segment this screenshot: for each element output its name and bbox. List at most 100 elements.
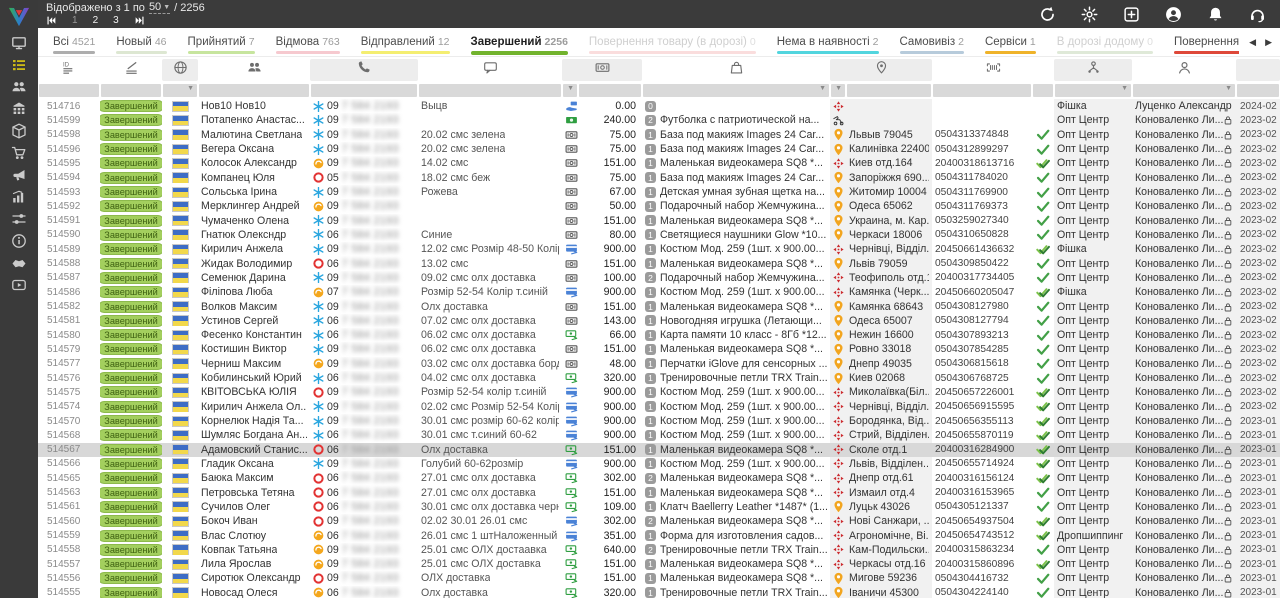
column-header-status[interactable] (100, 59, 162, 81)
table-row[interactable]: 514596ЗавершенийВегера Оксана097 584 219… (38, 142, 1280, 156)
filter-check[interactable] (1033, 84, 1053, 97)
table-row[interactable]: 514591ЗавершенийЧумаченко Олена097 584 2… (38, 214, 1280, 228)
filter-source[interactable]: ▼ (1055, 84, 1131, 97)
table-row[interactable]: 514561ЗавершенийСучилов Олег067 584 2193… (38, 500, 1280, 514)
filter-comment[interactable] (419, 84, 561, 97)
tab-8[interactable]: Нема в наявності2 (770, 36, 886, 54)
table-row[interactable]: 514565ЗавершенийБаюка Максим067 584 2193… (38, 471, 1280, 485)
filter-location[interactable] (847, 84, 931, 97)
table-row[interactable]: 514570ЗавершенийКорнелюк Надія Та...097 … (38, 414, 1280, 428)
table-row[interactable]: 514579ЗавершенийКостишин Виктор097 584 2… (38, 342, 1280, 356)
table-row[interactable]: 514581ЗавершенийУстинов Сергей067 584 21… (38, 314, 1280, 328)
sidebar-item-customers[interactable] (0, 78, 38, 100)
table-row[interactable]: 514586ЗавершенийФіліпова Люба077 584 219… (38, 285, 1280, 299)
table-row[interactable]: 514598ЗавершенийМалютина Светлана097 584… (38, 128, 1280, 142)
column-header-manager[interactable] (1132, 59, 1236, 81)
tab-9[interactable]: Самовивіз2 (893, 36, 971, 54)
column-header-source[interactable] (1054, 59, 1132, 81)
app-logo[interactable] (0, 0, 38, 34)
tab-3[interactable]: Прийнятий7 (181, 36, 262, 54)
table-row[interactable]: 514559ЗавершенийВлас Слотюу067 584 21932… (38, 528, 1280, 542)
filter-manager[interactable]: ▼ (1133, 84, 1235, 97)
filter-tracking[interactable] (933, 84, 1031, 97)
tab-7[interactable]: Повернення товару (в дорозі)0 (582, 36, 763, 54)
table-row[interactable]: 514588ЗавершенийЖидак Володимир067 584 2… (38, 256, 1280, 270)
page-button-1[interactable]: 1 (72, 15, 78, 26)
profile-icon[interactable] (1165, 6, 1182, 23)
table-row[interactable]: 514580ЗавершенийФесенко Константин067 58… (38, 328, 1280, 342)
sidebar-item-tutorials[interactable] (0, 276, 38, 298)
table-row[interactable]: 514577ЗавершенийЧерниш Максим097 584 219… (38, 357, 1280, 371)
table-row[interactable]: 514582ЗавершенийВолков Максим097 584 219… (38, 299, 1280, 313)
table-row[interactable]: 514575ЗавершенийКВІТОВСЬКА ЮЛІЯ097 584 2… (38, 385, 1280, 399)
tab-5[interactable]: Відправлений12 (354, 36, 457, 54)
tab-1[interactable]: Всі4521 (46, 36, 102, 54)
filter-product[interactable]: ▼ (643, 84, 829, 97)
table-row[interactable]: 514592ЗавершенийМерклингер Андрей097 584… (38, 199, 1280, 213)
column-header-id[interactable]: ID (38, 59, 100, 81)
page-button-3[interactable]: 3 (113, 15, 119, 26)
table-row[interactable]: 514576ЗавершенийКобилинський Юрий067 584… (38, 371, 1280, 385)
table-row[interactable]: 514557ЗавершенийЛила Ярослав097 584 2193… (38, 557, 1280, 571)
filter-amount[interactable] (579, 84, 641, 97)
tab-10[interactable]: Сервіси1 (978, 36, 1043, 54)
column-header-product[interactable] (642, 59, 830, 81)
tab-6[interactable]: Завершений2256 (464, 36, 575, 55)
tab-2[interactable]: Новый46 (109, 36, 173, 54)
add-icon[interactable] (1123, 6, 1140, 23)
filter-name[interactable] (199, 84, 309, 97)
sidebar-item-products[interactable] (0, 122, 38, 144)
table-row[interactable]: 514595ЗавершенийКолосок Александр097 584… (38, 156, 1280, 170)
tab-scroll-right-icon[interactable]: ▶ (1265, 38, 1272, 47)
tab-11[interactable]: В дорозі додому0 (1050, 36, 1160, 54)
table-row[interactable]: 514594ЗавершенийКомпанец Юля057 584 2193… (38, 171, 1280, 185)
sidebar-item-orders[interactable] (0, 56, 38, 78)
table-row[interactable]: 514556ЗавершенийСиротюк Олександр097 584… (38, 571, 1280, 585)
last-page-icon[interactable] (134, 15, 145, 26)
refresh-icon[interactable] (1039, 6, 1056, 23)
column-header-tracking[interactable] (932, 59, 1054, 81)
table-row[interactable]: 514589ЗавершенийКирилич Анжела097 584 21… (38, 242, 1280, 256)
column-header-comment[interactable] (418, 59, 562, 81)
page-size-dropdown[interactable]: 50▼ (149, 1, 170, 14)
filter-location-icon[interactable]: ▼ (831, 84, 845, 97)
table-row[interactable]: 514566ЗавершенийГладик Оксана097 584 219… (38, 457, 1280, 471)
filter-flag[interactable]: ▼ (163, 84, 197, 97)
sidebar-item-info[interactable] (0, 232, 38, 254)
column-header-location[interactable] (830, 59, 932, 81)
column-header-phone[interactable] (310, 59, 418, 81)
table-row[interactable]: 514574ЗавершенийКирилич Анжела Ол...097 … (38, 400, 1280, 414)
sidebar-item-tools[interactable] (0, 210, 38, 232)
sidebar-item-dashboard[interactable] (0, 34, 38, 56)
filter-payment[interactable]: ▼ (563, 84, 577, 97)
column-header-money[interactable] (562, 59, 642, 81)
filter-phone[interactable] (311, 84, 417, 97)
table-row[interactable]: 514568ЗавершенийШумляс Богдана Ан...067 … (38, 428, 1280, 442)
table-row[interactable]: 514555ЗавершенийНовосад Олеся067 584 219… (38, 586, 1280, 598)
sidebar-item-company[interactable] (0, 100, 38, 122)
first-page-icon[interactable] (46, 15, 57, 26)
page-button-2[interactable]: 2 (93, 15, 99, 26)
table-row[interactable]: 514716ЗавершенийНов10 Нов10097 584 2193В… (38, 99, 1280, 113)
filter-date[interactable] (1237, 84, 1279, 97)
settings-icon[interactable] (1081, 6, 1098, 23)
sidebar-item-statistics[interactable] (0, 188, 38, 210)
sidebar-item-partners[interactable] (0, 254, 38, 276)
table-row[interactable]: 514587ЗавершенийСеменюк Дарина097 584 21… (38, 271, 1280, 285)
table-row[interactable]: 514593ЗавершенийСольська Ірина097 584 21… (38, 185, 1280, 199)
table-row[interactable]: 514567ЗавершенийАдамовский Станис...067 … (38, 443, 1280, 457)
notifications-icon[interactable] (1207, 6, 1224, 23)
sidebar-item-purchases[interactable] (0, 144, 38, 166)
filter-status[interactable] (101, 84, 161, 97)
table-row[interactable]: 514563ЗавершенийПетровська Тетяна067 584… (38, 485, 1280, 499)
table-row[interactable]: 514599ЗавершенийПотапенко Анастас...097 … (38, 113, 1280, 127)
table-row[interactable]: 514560ЗавершенийБокоч Иван097 584 219302… (38, 514, 1280, 528)
column-header-date[interactable] (1236, 59, 1280, 81)
column-header-flag[interactable] (162, 59, 198, 81)
tab-scroll-left-icon[interactable]: ◀ (1249, 38, 1256, 47)
sidebar-item-marketing[interactable] (0, 166, 38, 188)
column-header-name[interactable] (198, 59, 310, 81)
table-row[interactable]: 514558ЗавершенийКовпак Татьяна097 584 21… (38, 543, 1280, 557)
tab-4[interactable]: Відмова763 (269, 36, 347, 54)
table-row[interactable]: 514590ЗавершенийГнатюк Олексндр067 584 2… (38, 228, 1280, 242)
